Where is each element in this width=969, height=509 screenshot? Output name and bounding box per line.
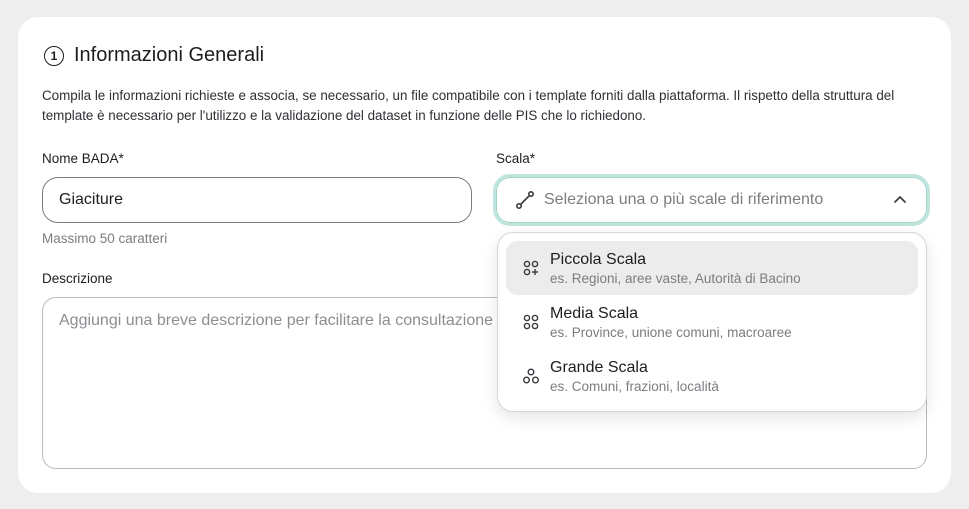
step-badge: 1 (44, 45, 64, 66)
option-subtitle: es. Comuni, frazioni, località (550, 378, 719, 394)
medium-scale-icon (523, 314, 539, 330)
section-header: 1 Informazioni Generali (44, 44, 264, 67)
scale-label: Scala* (496, 151, 536, 166)
option-title: Piccola Scala (550, 250, 647, 268)
name-helper: Massimo 50 caratteri (42, 231, 168, 246)
option-title: Media Scala (550, 304, 639, 322)
option-subtitle: es. Regioni, aree vaste, Autorità di Bac… (550, 270, 801, 286)
chevron-up-icon[interactable] (891, 191, 909, 209)
option-title: Grande Scala (550, 358, 648, 376)
option-large-scale[interactable]: Grande Scala es. Comuni, frazioni, local… (506, 349, 918, 403)
section-title: Informazioni Generali (74, 44, 265, 66)
option-subtitle: es. Province, unione comuni, macroaree (550, 324, 792, 340)
ruler-icon (515, 190, 535, 210)
scale-dropdown: Piccola Scala es. Regioni, aree vaste, A… (497, 232, 927, 412)
large-scale-icon (523, 368, 539, 384)
name-input[interactable] (42, 177, 472, 223)
option-small-scale[interactable]: Piccola Scala es. Regioni, aree vaste, A… (506, 241, 918, 295)
name-label: Nome BADA* (42, 151, 124, 166)
option-medium-scale[interactable]: Media Scala es. Province, unione comuni,… (506, 295, 918, 349)
section-intro: Compila le informazioni richieste e asso… (42, 88, 895, 123)
scale-select[interactable]: Seleziona una o più scale di riferimento (493, 174, 930, 226)
description-label: Descrizione (42, 271, 113, 286)
small-scale-icon (523, 260, 539, 276)
scale-placeholder: Seleziona una o più scale di riferimento (544, 191, 824, 208)
